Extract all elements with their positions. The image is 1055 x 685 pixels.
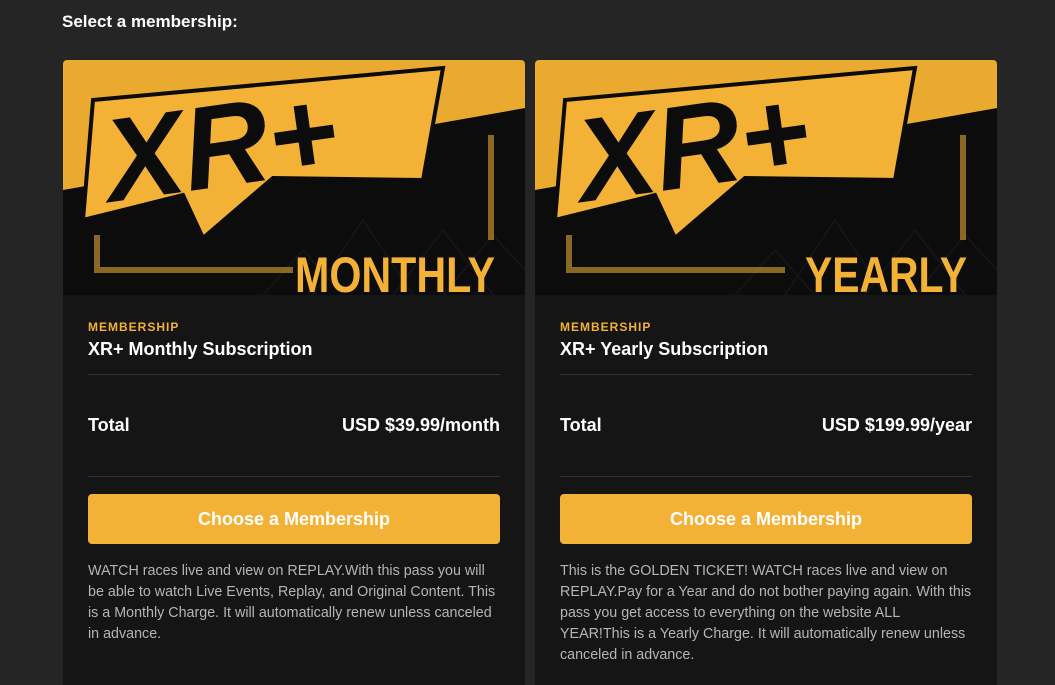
membership-tag: MEMBERSHIP [88,320,180,334]
card-body: MEMBERSHIP XR+ Monthly Subscription Tota… [63,320,525,645]
membership-banner-image: XR+ YEARLY [535,60,997,295]
membership-tag: MEMBERSHIP [560,320,652,334]
membership-card-yearly: XR+ YEARLY MEMBERSHIP XR+ Yearly Subscri… [535,60,997,685]
membership-card-monthly: XR+ MONTHLY MEMBERSHIP XR+ Monthly Subsc… [63,60,525,685]
choose-membership-button[interactable]: Choose a Membership [560,494,972,544]
membership-name: XR+ Yearly Subscription [560,339,972,375]
page-heading: Select a membership: [62,12,238,31]
choose-membership-button[interactable]: Choose a Membership [88,494,500,544]
membership-name: XR+ Monthly Subscription [88,339,500,375]
membership-page: Select a membership: XR+ MONTHLY MEMBERS… [0,0,1055,685]
total-label: Total [88,415,130,435]
total-price: USD $39.99/month [341,415,500,435]
banner-plan-text: YEARLY [805,247,967,295]
banner-plan-text: MONTHLY [295,247,495,295]
total-row: Total USD $39.99/month [88,375,500,477]
total-row: Total USD $199.99/year [560,375,972,477]
membership-description: WATCH races live and view on REPLAY.With… [88,563,496,642]
membership-description: This is the GOLDEN TICKET! WATCH races l… [560,563,972,663]
card-body: MEMBERSHIP XR+ Yearly Subscription Total… [535,320,997,666]
membership-banner-image: XR+ MONTHLY [63,60,525,295]
total-price: USD $199.99/year [821,415,972,435]
total-label: Total [560,415,602,435]
